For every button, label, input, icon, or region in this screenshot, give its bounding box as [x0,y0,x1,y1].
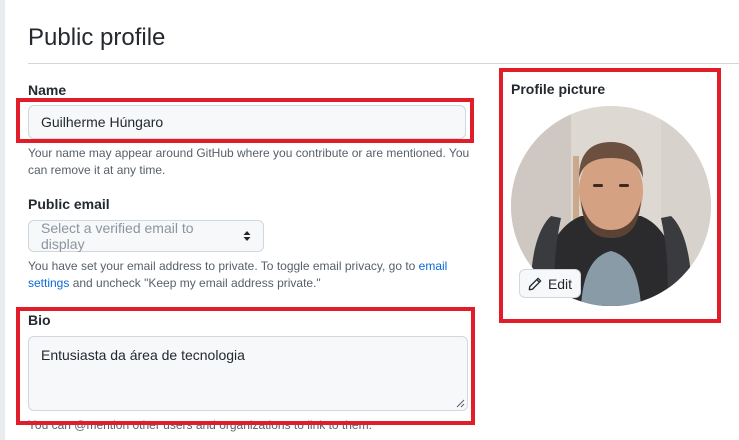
highlight-profile-picture-box [499,68,721,323]
public-email-note-tail: and uncheck "Keep my email address priva… [69,276,321,290]
highlight-bio-box [16,307,475,425]
public-email-note-text: You have set your email address to priva… [28,259,419,273]
public-email-note: You have set your email address to priva… [28,258,458,292]
left-divider [0,0,5,440]
select-caret-icon [243,230,251,242]
public-email-select[interactable]: Select a verified email to display [28,220,264,252]
public-email-selected: Select a verified email to display [41,220,194,252]
name-label: Name [28,82,67,98]
page-title: Public profile [28,24,166,51]
title-divider [28,63,739,64]
name-note: Your name may appear around GitHub where… [28,146,470,177]
highlight-name-box [16,98,474,143]
public-email-label: Public email [28,196,110,212]
